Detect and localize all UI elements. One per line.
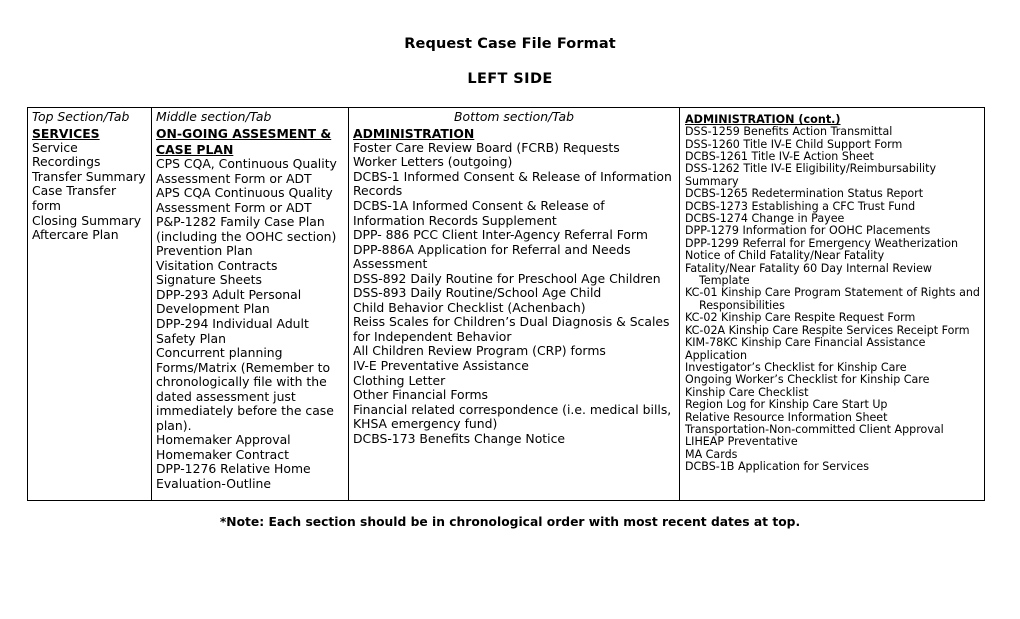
section-heading-administration-cont-wrap: ADMINISTRATION (cont.) (685, 110, 980, 126)
list-item: Notice of Child Fatality/Near Fatality (685, 249, 885, 263)
list-item: DCBS-1A Informed Consent & Release of In… (353, 197, 605, 228)
table-cell-middle-section: Middle section/Tab ON-GOING ASSESMENT & … (151, 107, 349, 501)
list-item: Concurrent planning Forms/Matrix (Rememb… (156, 345, 334, 433)
item-list-bottom-section: Foster Care Review Board (FCRB) Requests… (353, 139, 675, 446)
list-item: DCBS-1265 Redetermination Status Report (685, 187, 924, 201)
list-item: Prevention Plan (156, 243, 253, 259)
list-item: Visitation Contracts (156, 257, 278, 273)
page-title: Request Case File Format (404, 36, 616, 52)
list-item: Ongoing Worker’s Checklist for Kinship C… (685, 373, 930, 387)
list-item: DPP-1279 Information for OOHC Placements (685, 224, 931, 238)
item-list-middle-section: CPS CQA, Continuous Quality Assessment F… (156, 156, 344, 492)
list-item: DPP- 886 PCC Client Inter-Agency Referra… (353, 227, 648, 243)
list-item: P&P-1282 Family Case Plan (including the… (156, 214, 337, 244)
list-item: IV-E Preventative Assistance (353, 358, 529, 373)
table-cell-administration-cont: ADMINISTRATION (cont.) DSS-1259 Benefits… (679, 107, 985, 501)
section-heading-ongoing-assessment: ON-GOING ASSESMENT & CASE PLAN (156, 125, 332, 157)
list-item: DCBS-173 Benefits Change Notice (353, 430, 566, 446)
list-item: Closing Summary (32, 212, 142, 228)
page-subtitle: LEFT SIDE (467, 71, 553, 87)
list-item: KC-02 Kinship Care Respite Request Form (685, 311, 916, 325)
list-item: Child Behavior Checklist (Achenbach) (353, 299, 586, 315)
list-item: DSS-892 Daily Routine for Preschool Age … (353, 270, 661, 286)
document-page: Request Case File Format LEFT SIDE Top S… (0, 0, 1020, 619)
list-item: DCBS-1B Application for Services (685, 460, 870, 474)
list-item: Transfer Summary (32, 168, 146, 184)
case-file-format-table: Top Section/Tab SERVICES Service Recordi… (27, 107, 985, 501)
list-item: Homemaker Approval (156, 432, 291, 448)
item-list-administration-cont: DSS-1259 Benefits Action Transmittal DSS… (685, 125, 980, 474)
list-item: All Children Review Program (CRP) forms (353, 343, 606, 359)
list-item: Reiss Scales for Children’s Dual Diagnos… (353, 314, 670, 344)
list-item: LIHEAP Preventative (685, 435, 798, 449)
list-item: Worker Letters (outgoing) (353, 154, 513, 170)
list-item: Homemaker Contract (156, 446, 289, 462)
list-item: DSS-893 Daily Routine/School Age Child (353, 285, 602, 301)
section-heading-administration-wrap: ADMINISTRATION (353, 125, 675, 141)
list-item: Service Recordings (32, 139, 101, 170)
footnote: *Note: Each section should be in chronol… (219, 515, 801, 529)
tab-label-top-section: Top Section/Tab (32, 109, 130, 124)
table-cell-top-section: Top Section/Tab SERVICES Service Recordi… (27, 107, 152, 501)
list-item: Case Transfer form (32, 183, 117, 213)
tab-label-bottom-section: Bottom section/Tab (454, 109, 574, 124)
section-heading-services: SERVICES (32, 125, 100, 141)
list-item: DPP-886A Application for Referral and Ne… (353, 241, 631, 272)
section-heading-administration: ADMINISTRATION (353, 125, 475, 141)
list-item: Signature Sheets (156, 272, 262, 288)
list-item: APS CQA Continuous Quality Assessment Fo… (156, 185, 333, 215)
section-heading-ongoing-assessment-wrap: ON-GOING ASSESMENT & CASE PLAN (156, 125, 344, 157)
list-item: KIM-78KC Kinship Care Financial Assistan… (685, 336, 926, 362)
list-item: Clothing Letter (353, 372, 446, 388)
table-row: Top Section/Tab SERVICES Service Recordi… (27, 107, 985, 501)
section-heading-administration-cont: ADMINISTRATION (cont.) (685, 113, 841, 126)
item-list-top-section: Service Recordings Transfer Summary Case… (32, 139, 147, 243)
list-item: Financial related correspondence (i.e. m… (353, 401, 672, 432)
list-item: CPS CQA, Continuous Quality Assessment F… (156, 156, 337, 186)
list-item: Region Log for Kinship Care Start Up (685, 398, 888, 412)
list-item: DPP-293 Adult Personal Development Plan (156, 286, 302, 317)
list-item: DSS-1262 Title IV-E Eligibility/Reimburs… (685, 162, 937, 188)
tab-label-middle-section: Middle section/Tab (156, 109, 272, 124)
table-cell-bottom-section: Bottom section/Tab ADMINISTRATION Foster… (348, 107, 680, 501)
section-heading-services-wrap: SERVICES (32, 125, 147, 141)
list-item: DSS-1259 Benefits Action Transmittal (685, 125, 893, 139)
list-item: Foster Care Review Board (FCRB) Requests (353, 139, 620, 155)
list-item: DPP-1276 Relative Home Evaluation-Outlin… (156, 461, 311, 492)
list-item: DCBS-1 Informed Consent & Release of Inf… (353, 168, 672, 199)
list-item: DPP-294 Individual Adult Safety Plan (156, 316, 309, 346)
list-item: Aftercare Plan (32, 227, 119, 243)
list-item: Other Financial Forms (353, 387, 488, 403)
